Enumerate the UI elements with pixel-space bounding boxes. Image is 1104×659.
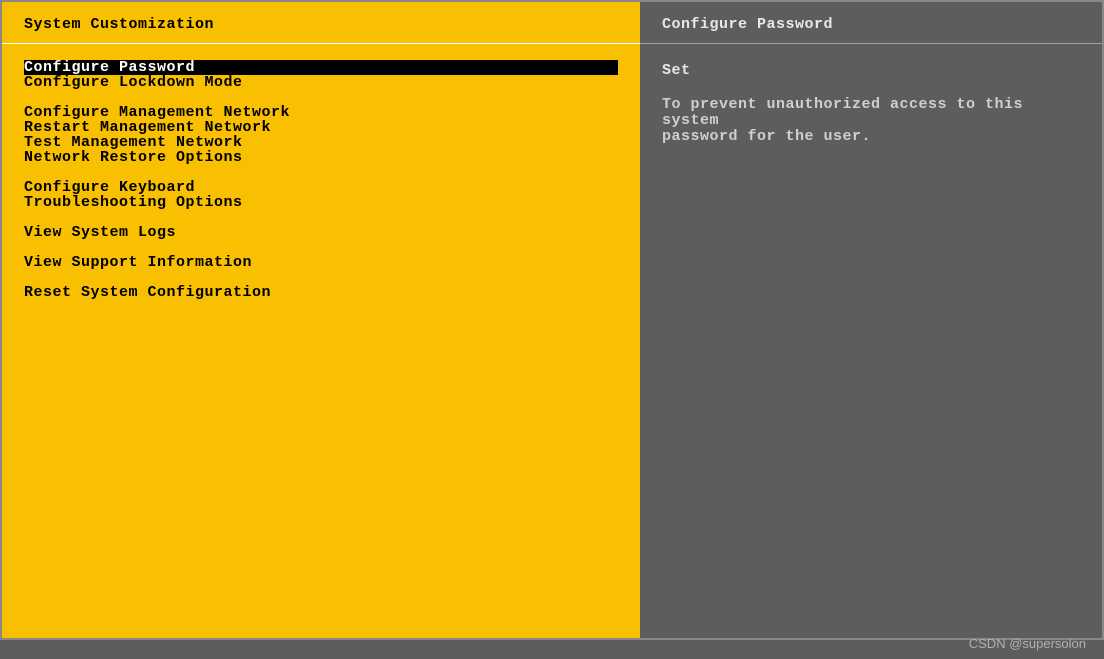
right-panel-title: Configure Password: [640, 2, 1102, 43]
watermark: CSDN @supersolon: [969, 636, 1086, 651]
menu-configure-password[interactable]: Configure Password: [24, 60, 618, 75]
left-panel: System Customization Configure Password …: [2, 2, 640, 638]
menu-configure-keyboard[interactable]: Configure Keyboard: [24, 180, 640, 195]
right-panel: Configure Password Set To prevent unauth…: [640, 2, 1102, 638]
menu-configure-management-network[interactable]: Configure Management Network: [24, 105, 640, 120]
detail-content: Set To prevent unauthorized access to th…: [640, 44, 1102, 145]
left-panel-title: System Customization: [2, 2, 640, 43]
detail-action: Set: [662, 62, 1082, 79]
menu-restart-management-network[interactable]: Restart Management Network: [24, 120, 640, 135]
menu-troubleshooting-options[interactable]: Troubleshooting Options: [24, 195, 640, 210]
menu-view-support-information[interactable]: View Support Information: [24, 255, 640, 270]
menu-view-system-logs[interactable]: View System Logs: [24, 225, 640, 240]
menu-configure-lockdown-mode[interactable]: Configure Lockdown Mode: [24, 75, 640, 90]
menu-reset-system-configuration[interactable]: Reset System Configuration: [24, 285, 640, 300]
menu-test-management-network[interactable]: Test Management Network: [24, 135, 640, 150]
detail-description: To prevent unauthorized access to this s…: [662, 97, 1082, 145]
menu-network-restore-options[interactable]: Network Restore Options: [24, 150, 640, 165]
menu-list: Configure Password Configure Lockdown Mo…: [2, 44, 640, 300]
bottom-bar: [0, 640, 1104, 657]
